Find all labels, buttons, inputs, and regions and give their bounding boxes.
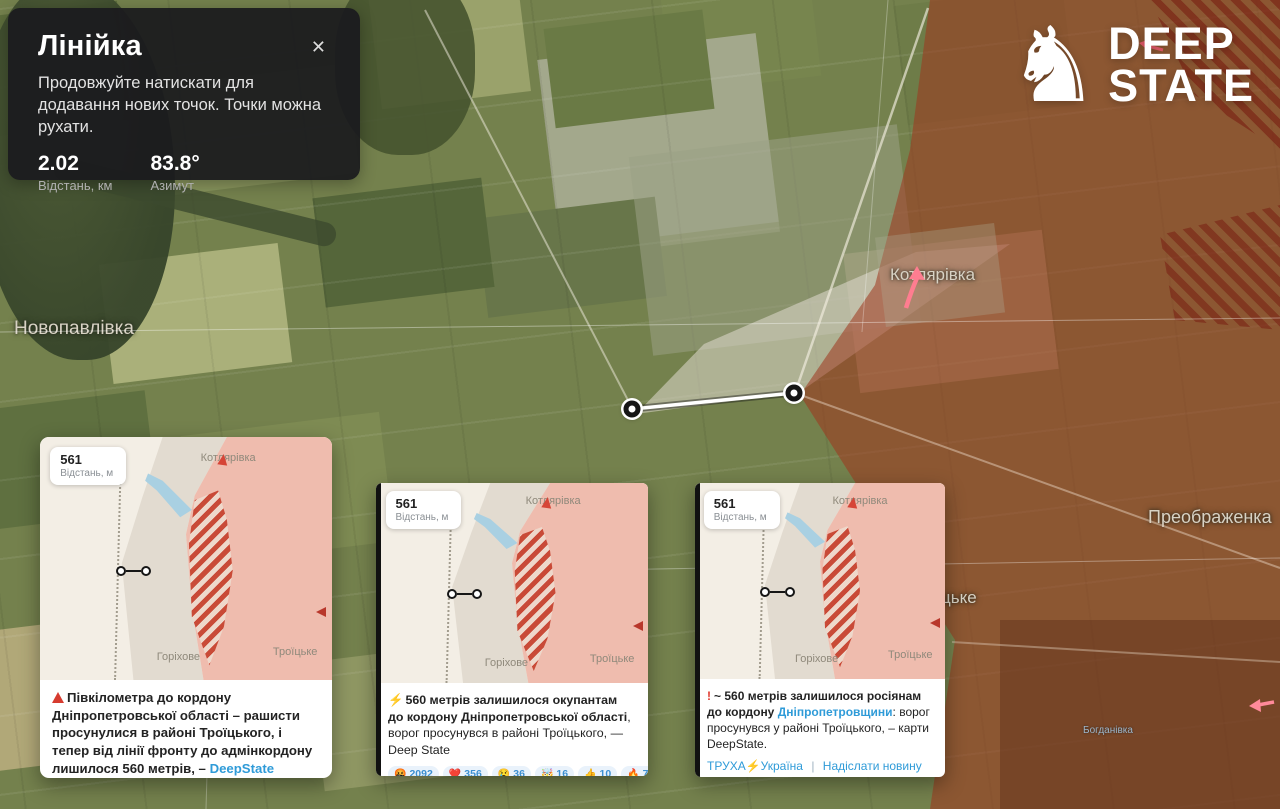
azimuth-label: Азимут <box>150 178 199 193</box>
distance-label: Відстань, км <box>38 178 112 193</box>
minimap-ruler <box>116 566 151 576</box>
ruler-segment <box>457 593 472 596</box>
reaction-count: 10 <box>600 768 612 776</box>
azimuth-value: 83.8° <box>150 152 199 176</box>
minimap-distance-label: Відстань, м <box>396 512 449 523</box>
azimuth-stat: 83.8° Азимут <box>150 152 199 193</box>
ruler-panel-title: Лінійка <box>38 30 142 63</box>
minimap-distance-pill: 561 Відстань, м <box>704 491 780 529</box>
warning-triangle-icon <box>52 692 64 703</box>
distance-stat: 2.02 Відстань, км <box>38 152 112 193</box>
mini-advance-arrow-icon <box>633 621 643 631</box>
reaction-count: 356 <box>464 768 482 776</box>
reactions-row: 🤬2092 ❤️356 😢36 🤯16 👍10 🔥7 👀1 <box>388 766 636 776</box>
minimap: Котлярівка Троїцьке Горіхове 561 Відстан… <box>40 437 332 680</box>
minimap-distance-value: 561 <box>396 496 449 511</box>
minimap-label-horikhove: Горіхове <box>795 653 838 665</box>
reaction-emoji: 🤯 <box>541 769 553 776</box>
minimap: Котлярівка Троїцьке Горіхове 561 Відстан… <box>376 483 648 683</box>
minimap-distance-label: Відстань, м <box>714 512 767 523</box>
ruler-point-icon <box>785 587 795 597</box>
lightning-icon: ⚡ <box>388 693 403 707</box>
map-label-kotliarivka: Котлярівка <box>890 265 975 285</box>
ruler-segment <box>126 570 141 573</box>
mini-advance-arrow-icon <box>316 607 326 617</box>
minimap-ruler <box>760 587 795 597</box>
mini-advance-arrow-icon <box>930 618 940 628</box>
channel-links-row: ТРУХА⚡Україна | Надіслати новину <box>707 759 933 773</box>
minimap-label-kotliarivka: Котлярівка <box>833 495 888 507</box>
ruler-point-icon <box>116 566 126 576</box>
region-link: Дніпропетровщини <box>778 705 893 719</box>
minimap-label-kotliarivka: Котлярівка <box>526 495 581 507</box>
minimap-label-troitske: Троїцьке <box>590 653 634 665</box>
mini-advance-arrow-icon <box>541 496 552 508</box>
ruler-panel: Лінійка ✕ Продовжуйте натискати для дода… <box>8 8 360 180</box>
reaction-emoji: 🤬 <box>394 769 406 776</box>
reaction-pill: ❤️356 <box>443 766 488 776</box>
ruler-instructions: Продовжуйте натискати для додавання нови… <box>38 73 338 138</box>
minimap-label-troitske: Троїцьке <box>888 649 932 661</box>
minimap-label-horikhove: Горіхове <box>485 657 528 669</box>
reaction-pill: 🤯16 <box>535 766 574 776</box>
close-icon[interactable]: ✕ <box>307 34 330 60</box>
deepstate-link: DeepState <box>210 761 275 776</box>
mini-advance-arrow-icon <box>217 453 228 465</box>
logo-text: DEEP STATE <box>1108 23 1254 109</box>
exclamation-icon: ! <box>707 689 711 703</box>
post-text-bold: 560 метрів залишилося окупантам до кордо… <box>388 693 627 724</box>
reaction-pill: 😢36 <box>492 766 531 776</box>
ruler-point-icon <box>760 587 770 597</box>
ruler-segment <box>770 591 785 594</box>
map-label-bohdanivka: Богданівка <box>1083 725 1133 736</box>
reaction-count: 2092 <box>409 768 432 776</box>
minimap-distance-pill: 561 Відстань, м <box>386 491 462 529</box>
telegram-post-screenshot-3: Котлярівка Троїцьке Горіхове 561 Відстан… <box>695 483 945 777</box>
submit-news-link: Надіслати новину <box>823 759 922 773</box>
map-label-novopavlivka: Новопавлівка <box>14 318 134 340</box>
reaction-pill: 👍 10 <box>578 766 617 776</box>
telegram-post-screenshot-1: Котлярівка Троїцьке Горіхове 561 Відстан… <box>40 437 332 778</box>
reaction-pill: 🔥7 <box>621 766 648 776</box>
knight-logo-icon: ♞ <box>1007 16 1100 115</box>
ruler-point-2[interactable] <box>786 385 803 402</box>
mini-advance-arrow-icon <box>847 496 858 508</box>
deepstate-logo: ♞ DEEP STATE <box>1007 16 1254 115</box>
reaction-count: 16 <box>556 768 568 776</box>
ruler-point-icon <box>141 566 151 576</box>
channel-link: ТРУХА⚡Україна <box>707 759 803 773</box>
minimap-ruler <box>447 589 482 599</box>
occupied-territory-dark-patch <box>1000 620 1280 809</box>
minimap-distance-pill: 561 Відстань, м <box>50 447 126 485</box>
distance-value: 2.02 <box>38 152 112 176</box>
minimap-distance-value: 561 <box>60 452 113 467</box>
reaction-emoji: 👍 <box>584 769 596 776</box>
reaction-emoji: 😢 <box>498 769 510 776</box>
reaction-emoji: 🔥 <box>627 769 639 776</box>
logo-line1: DEEP <box>1108 23 1254 66</box>
reaction-pill: 🤬2092 <box>388 766 439 776</box>
post-text: Півкілометра до кордону Дніпропетровсько… <box>52 689 320 777</box>
logo-line2: STATE <box>1108 65 1254 108</box>
ruler-point-1[interactable] <box>624 401 641 418</box>
reaction-count: 36 <box>513 768 525 776</box>
minimap-distance-value: 561 <box>714 496 767 511</box>
post-text: ⚡560 метрів залишилося окупантам до корд… <box>388 692 636 758</box>
ruler-point-icon <box>472 589 482 599</box>
minimap-distance-label: Відстань, м <box>60 468 113 479</box>
map-label-preobrazhenka: Преображенка <box>1148 507 1272 528</box>
post-text: !~ 560 метрів залишилося росіянам до кор… <box>707 688 933 752</box>
minimap-label-troitske: Троїцьке <box>273 646 317 658</box>
ruler-point-icon <box>447 589 457 599</box>
reaction-emoji: ❤️ <box>449 769 461 776</box>
minimap: Котлярівка Троїцьке Горіхове 561 Відстан… <box>695 483 945 679</box>
separator: | <box>811 759 814 773</box>
telegram-post-screenshot-2: Котлярівка Троїцьке Горіхове 561 Відстан… <box>376 483 648 776</box>
minimap-label-horikhove: Горіхове <box>157 651 200 663</box>
